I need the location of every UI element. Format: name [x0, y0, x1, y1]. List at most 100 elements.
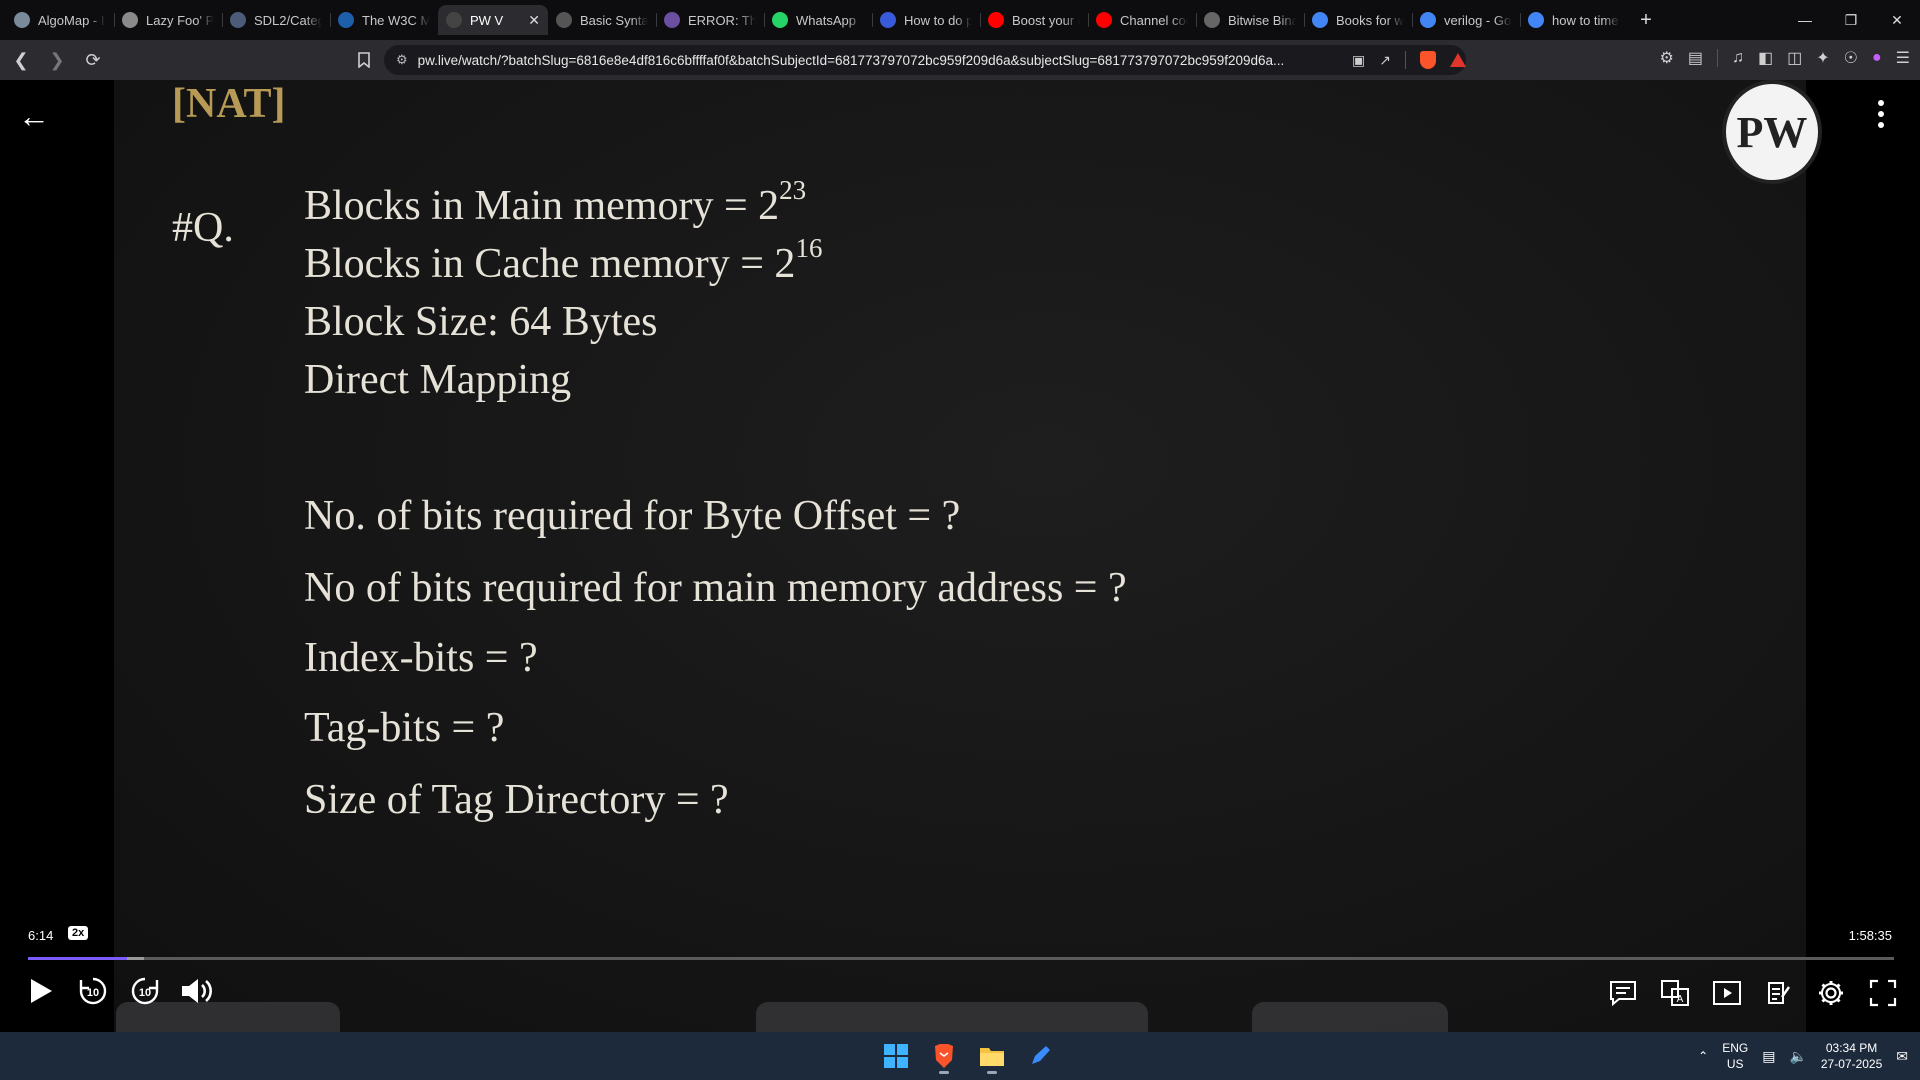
audio-icon [446, 12, 462, 28]
network-icon[interactable]: ▤ [1762, 1048, 1775, 1065]
exponent: 23 [779, 175, 807, 205]
brave-shield-icon[interactable] [1420, 51, 1436, 69]
globe-icon [14, 12, 30, 28]
browser-toolbar: ❮ ❯ ⟳ ⚙ pw.live/watch/?batchSlug=6816e8e… [0, 40, 1920, 80]
tab-14[interactable]: how to time [1520, 5, 1628, 35]
tab-label: How to do p [904, 12, 972, 28]
sidebar-icon[interactable]: ◧ [1758, 48, 1773, 68]
address-bar[interactable]: ⚙ pw.live/watch/?batchSlug=6816e8e4df816… [384, 45, 1466, 75]
globe-icon [122, 12, 138, 28]
menu-icon[interactable]: ☰ [1896, 48, 1910, 68]
more-options-icon[interactable] [1876, 100, 1886, 128]
system-tray: ⌃ ENG US ▤ 🔈 03:34 PM 27-07-2025 ✉ [1698, 1032, 1908, 1080]
back-arrow-icon[interactable]: ← [18, 98, 50, 135]
fullscreen-icon[interactable] [1866, 976, 1900, 1010]
volume-icon[interactable] [180, 974, 214, 1008]
site-settings-icon[interactable]: ⚙ [396, 52, 408, 68]
video-player[interactable]: [NAT] #Q. Blocks in Main memory = 223 Blo… [0, 80, 1920, 1032]
forward-10-icon[interactable]: 10 [128, 974, 162, 1008]
settings-gear-icon[interactable] [1814, 976, 1848, 1010]
tab-8[interactable]: How to do p [872, 5, 980, 35]
tab-4[interactable]: PW V ✕ [438, 5, 548, 35]
profile-icon[interactable]: ● [1872, 49, 1882, 67]
page-icon [556, 12, 572, 28]
divider [1405, 51, 1406, 69]
svg-text:A: A [1677, 994, 1684, 1005]
minimize-icon[interactable]: — [1782, 0, 1828, 40]
play-icon[interactable] [24, 974, 58, 1008]
restore-icon[interactable]: ❐ [1828, 0, 1874, 40]
picture-in-picture-icon[interactable] [1710, 976, 1744, 1010]
address-bar-actions: ▣ ↗ [1352, 51, 1466, 69]
notes-icon[interactable] [1762, 976, 1796, 1010]
player-controls-left: 10 10 [24, 974, 214, 1008]
url-text[interactable]: pw.live/watch/?batchSlug=6816e8e4df816c6… [418, 53, 1342, 68]
tab-7[interactable]: WhatsApp [764, 5, 872, 35]
close-tab-icon[interactable]: ✕ [528, 12, 540, 29]
google-icon [1312, 12, 1328, 28]
page-icon [1204, 12, 1220, 28]
exponent: 16 [795, 233, 823, 263]
vpn-icon[interactable]: ☉ [1844, 48, 1858, 68]
tab-label: how to time [1552, 12, 1619, 28]
back-icon[interactable]: ❮ [6, 45, 36, 75]
tab-11[interactable]: Bitwise Bina [1196, 5, 1304, 35]
pen-app-icon[interactable] [1022, 1038, 1058, 1074]
playback-speed-badge[interactable]: 2x [68, 926, 89, 940]
cast-icon[interactable]: ▣ [1352, 52, 1365, 69]
given-text: Blocks in Cache memory = 2 [304, 241, 796, 287]
chevron-up-icon[interactable]: ⌃ [1698, 1049, 1708, 1063]
windows-start-icon[interactable] [878, 1038, 914, 1074]
extension-icons: ⚙ ▤ ♫ ◧ ◫ ✦ ☉ ● ☰ [1660, 48, 1910, 68]
tab-10[interactable]: Channel con [1088, 5, 1196, 35]
annotation-toolbar-right [1252, 1002, 1448, 1032]
share-icon[interactable]: ↗ [1379, 52, 1391, 69]
close-window-icon[interactable]: ✕ [1874, 0, 1920, 40]
question-line: Index-bits = ? [304, 635, 538, 681]
system-clock[interactable]: 03:34 PM 27-07-2025 [1821, 1040, 1882, 1072]
tab-6[interactable]: ERROR: The [656, 5, 764, 35]
wallet-icon[interactable]: ◫ [1787, 48, 1802, 68]
tab-2[interactable]: SDL2/Categ [222, 5, 330, 35]
screen: AlgoMap - I Lazy Foo' Pr SDL2/Categ The W3C… [0, 0, 1920, 1080]
tab-label: WhatsApp [796, 12, 856, 28]
question-tag: [NAT] [172, 81, 286, 127]
divider [1716, 49, 1718, 67]
sdl-icon [230, 12, 246, 28]
media-icon[interactable]: ♫ [1732, 49, 1744, 67]
brave-browser-icon[interactable] [926, 1038, 962, 1074]
region-code: US [1726, 1057, 1744, 1071]
brave-rewards-icon[interactable] [1450, 53, 1466, 67]
whatsapp-icon [772, 12, 788, 28]
translate-icon[interactable]: A [1658, 976, 1692, 1010]
screenshot-icon[interactable]: ▤ [1688, 48, 1703, 68]
bookmark-icon[interactable] [352, 48, 376, 72]
rewind-10-icon[interactable]: 10 [76, 974, 110, 1008]
forward-icon[interactable]: ❯ [42, 45, 72, 75]
tab-5[interactable]: Basic Syntax [548, 5, 656, 35]
chat-icon[interactable] [1606, 976, 1640, 1010]
tab-0[interactable]: AlgoMap - I [6, 5, 114, 35]
youtube-icon [988, 12, 1004, 28]
annotation-toolbar-center [756, 1002, 1148, 1032]
tab-3[interactable]: The W3C M [330, 5, 438, 35]
leo-ai-icon[interactable]: ✦ [1816, 48, 1829, 68]
tab-label: Bitwise Bina [1228, 12, 1296, 28]
extensions-icon[interactable]: ⚙ [1660, 48, 1674, 68]
reload-icon[interactable]: ⟳ [78, 45, 108, 75]
svg-text:10: 10 [139, 987, 151, 999]
tab-13[interactable]: verilog - Go [1412, 5, 1520, 35]
tab-9[interactable]: Boost your ( [980, 5, 1088, 35]
speaker-icon[interactable]: 🔈 [1789, 1048, 1806, 1065]
tab-12[interactable]: Books for w [1304, 5, 1412, 35]
language-code: ENG [1722, 1041, 1749, 1055]
language-indicator[interactable]: ENG US [1722, 1040, 1748, 1072]
notification-bell-icon[interactable]: ✉ [1896, 1048, 1908, 1065]
clock-time: 03:34 PM [1825, 1041, 1878, 1055]
seek-bar[interactable] [28, 957, 1894, 960]
tab-1[interactable]: Lazy Foo' Pr [114, 5, 222, 35]
file-explorer-icon[interactable] [974, 1038, 1010, 1074]
tab-label: Channel con [1120, 12, 1188, 28]
globe-icon [880, 12, 896, 28]
new-tab-button[interactable]: + [1628, 9, 1664, 32]
